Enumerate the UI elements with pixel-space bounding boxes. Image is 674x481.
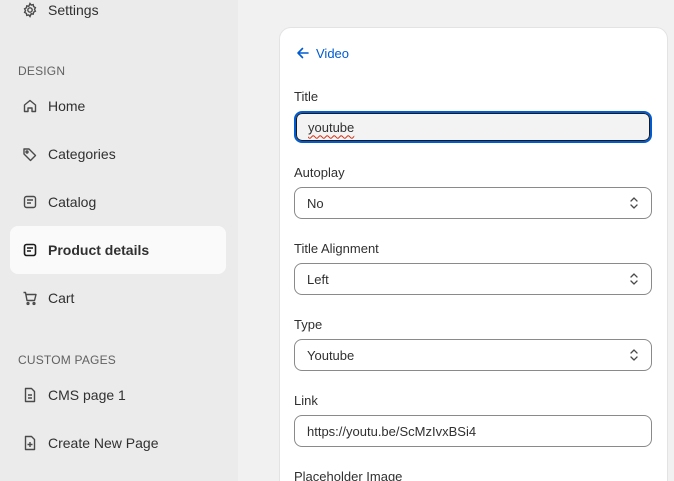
sidebar-item-label: Cart <box>48 290 75 306</box>
title-alignment-select-value: Left <box>307 271 329 287</box>
sidebar-item-label: Catalog <box>48 194 97 210</box>
sidebar-item-label: Create New Page <box>48 435 159 451</box>
gear-icon <box>22 2 38 18</box>
sidebar-item-categories[interactable]: Categories <box>10 130 226 178</box>
sidebar-item-label: CMS page 1 <box>48 387 126 403</box>
back-to-video-link[interactable]: Video <box>296 44 349 62</box>
type-label: Type <box>294 317 323 332</box>
sidebar-item-catalog[interactable]: Catalog <box>10 178 226 226</box>
type-select[interactable]: Youtube <box>294 339 652 371</box>
home-icon <box>22 98 38 114</box>
catalog-icon <box>22 194 38 210</box>
link-label: Link <box>294 393 318 408</box>
sidebar-item-label: Product details <box>48 242 150 258</box>
autoplay-select[interactable]: No <box>294 187 652 219</box>
chevron-up-down-icon <box>630 273 638 285</box>
autoplay-label: Autoplay <box>294 165 345 180</box>
sidebar-item-label: Categories <box>48 146 116 162</box>
sidebar-item-settings[interactable]: Settings <box>10 0 226 34</box>
link-input-value: https://youtu.be/ScMzIvxBSi4 <box>307 423 477 439</box>
chevron-up-down-icon <box>630 197 638 209</box>
sidebar-item-home[interactable]: Home <box>10 82 226 130</box>
link-input[interactable]: https://youtu.be/ScMzIvxBSi4 <box>294 415 652 447</box>
title-input-value: youtube <box>308 119 355 135</box>
chevron-up-down-icon <box>630 349 638 361</box>
cart-icon <box>22 290 38 306</box>
sidebar-item-cms-page-1[interactable]: CMS page 1 <box>10 371 226 419</box>
new-page-icon <box>22 435 38 451</box>
page-icon <box>22 387 38 403</box>
title-alignment-select[interactable]: Left <box>294 263 652 295</box>
sidebar: Settings DESIGN Home Categories Catalog … <box>0 0 238 481</box>
title-alignment-label: Title Alignment <box>294 241 379 256</box>
sidebar-item-cart[interactable]: Cart <box>10 274 226 322</box>
section-title-custom-pages: CUSTOM PAGES <box>18 353 116 367</box>
title-input[interactable]: youtube <box>294 111 652 143</box>
back-link-label: Video <box>316 45 350 61</box>
type-select-value: Youtube <box>307 347 355 363</box>
section-title-design: DESIGN <box>18 64 66 78</box>
tag-icon <box>22 146 38 162</box>
placeholder-image-label: Placeholder Image <box>294 469 403 481</box>
product-details-icon <box>22 242 38 258</box>
sidebar-item-product-details[interactable]: Product details <box>10 226 226 274</box>
sidebar-item-label: Settings <box>48 2 99 18</box>
autoplay-select-value: No <box>307 195 324 211</box>
sidebar-item-label: Home <box>48 98 86 114</box>
arrow-left-icon <box>297 47 309 59</box>
title-label: Title <box>294 89 319 104</box>
sidebar-item-create-new-page[interactable]: Create New Page <box>10 419 226 467</box>
